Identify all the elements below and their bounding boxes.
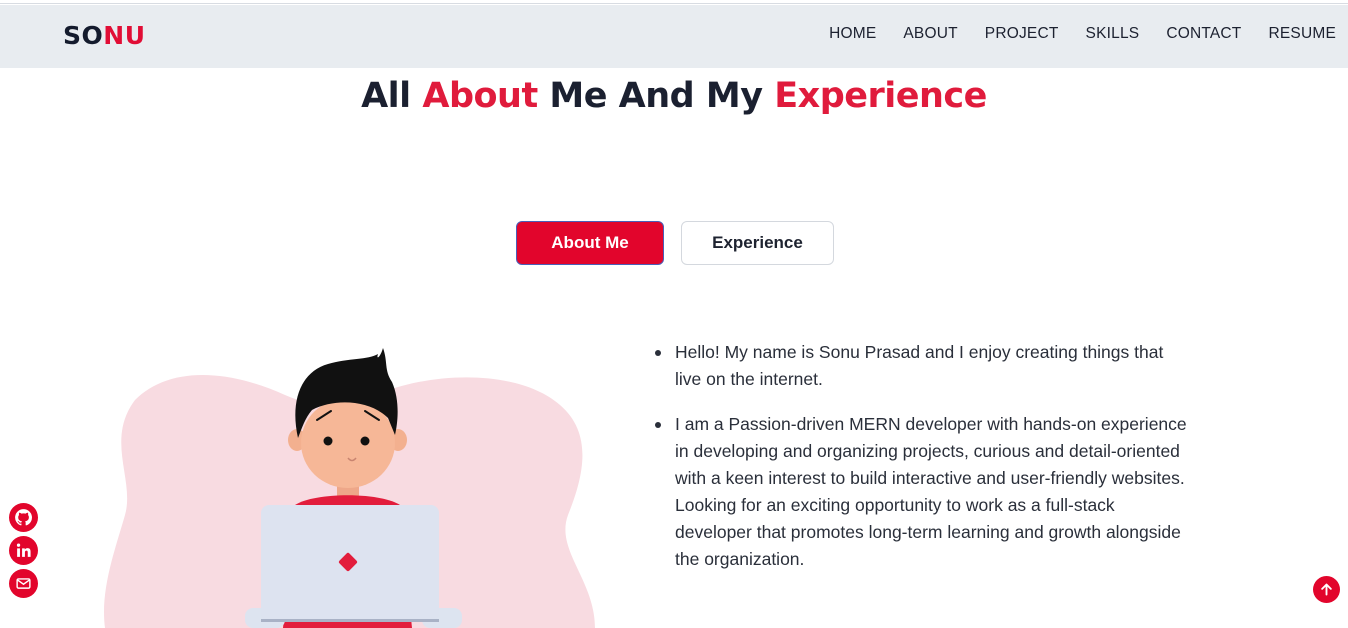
window-top-border [0, 0, 1348, 4]
nav-link-skills[interactable]: SKILLS [1086, 25, 1140, 43]
page-heading: All About Me And My Experience [0, 76, 1348, 116]
nav-link-project[interactable]: PROJECT [985, 25, 1059, 43]
linkedin-icon [16, 543, 31, 557]
mail-icon [16, 578, 31, 589]
section-tabs: About Me Experience [516, 221, 834, 265]
linkedin-link[interactable] [9, 536, 38, 565]
about-list: Hello! My name is Sonu Prasad and I enjo… [653, 339, 1193, 573]
nav-link-contact[interactable]: CONTACT [1166, 25, 1241, 43]
developer-illustration-svg [104, 348, 596, 628]
brand-logo-part-2: NU [103, 21, 146, 50]
nav-link-home[interactable]: HOME [829, 25, 876, 43]
heading-part-3: Me And My [537, 76, 775, 116]
main-nav: HOME ABOUT PROJECT SKILLS CONTACT RESUME [829, 25, 1336, 43]
brand-logo[interactable]: SONU [63, 21, 146, 50]
navbar: SONU HOME ABOUT PROJECT SKILLS CONTACT R… [0, 5, 1348, 68]
heading-part-2: About [422, 76, 538, 116]
about-paragraph-summary: I am a Passion-driven MERN developer wit… [653, 411, 1193, 573]
mail-link[interactable] [9, 569, 38, 598]
github-icon [15, 509, 32, 526]
brand-logo-part-1: SO [63, 21, 104, 50]
right-eye [360, 436, 370, 446]
heading-part-1: All [361, 76, 423, 116]
tab-about-me[interactable]: About Me [516, 221, 664, 265]
social-links [9, 503, 38, 598]
nav-link-resume[interactable]: RESUME [1268, 25, 1336, 43]
tab-experience[interactable]: Experience [681, 221, 834, 265]
arrow-up-icon [1321, 583, 1332, 596]
nav-link-about[interactable]: ABOUT [903, 25, 957, 43]
github-link[interactable] [9, 503, 38, 532]
scroll-to-top-button[interactable] [1313, 576, 1340, 603]
about-paragraph-intro: Hello! My name is Sonu Prasad and I enjo… [653, 339, 1193, 393]
left-eye [323, 436, 333, 446]
laptop-edge [261, 619, 439, 622]
about-text: Hello! My name is Sonu Prasad and I enjo… [653, 339, 1193, 591]
heading-part-4: Experience [774, 76, 987, 116]
developer-illustration [100, 340, 600, 628]
